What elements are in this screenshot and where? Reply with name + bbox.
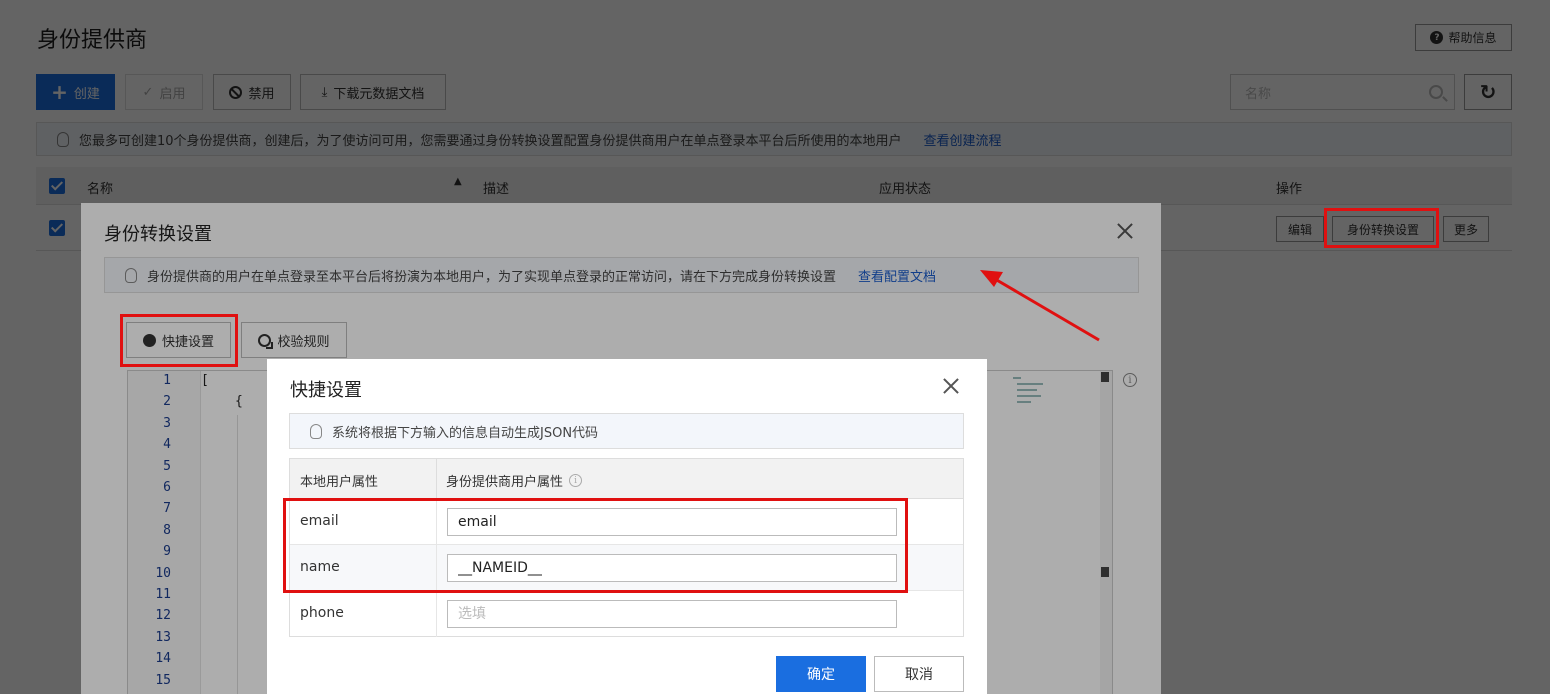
close-icon[interactable] [943, 378, 959, 394]
col-idp-attr: 身份提供商用户属性 i [446, 471, 583, 490]
email-mapping-input[interactable] [447, 508, 897, 536]
table-row: phone [290, 591, 963, 637]
row-label-email: email [300, 513, 339, 529]
col-local-attr: 本地用户属性 [300, 475, 379, 490]
name-mapping-input[interactable] [447, 554, 897, 582]
lightbulb-icon [310, 423, 322, 439]
attribute-mapping-table: 本地用户属性 身份提供商用户属性 i email name phone [289, 458, 964, 637]
quick-notice-text: 系统将根据下方输入的信息自动生成JSON代码 [332, 425, 599, 441]
info-icon[interactable]: i [569, 474, 583, 487]
table-header: 本地用户属性 身份提供商用户属性 i [290, 459, 963, 499]
row-label-phone: phone [300, 605, 344, 621]
row-label-name: name [300, 559, 340, 575]
quick-notice: 系统将根据下方输入的信息自动生成JSON代码 [289, 413, 964, 449]
cancel-button[interactable]: 取消 [874, 656, 964, 692]
phone-mapping-input[interactable] [447, 600, 897, 628]
col-idp-label: 身份提供商用户属性 [446, 475, 564, 490]
table-row: email [290, 499, 963, 545]
confirm-button[interactable]: 确定 [776, 656, 866, 692]
table-row: name [290, 545, 963, 591]
dialog-title: 快捷设置 [290, 380, 362, 401]
quick-settings-dialog: 快捷设置 系统将根据下方输入的信息自动生成JSON代码 本地用户属性 身份提供商… [267, 359, 987, 694]
